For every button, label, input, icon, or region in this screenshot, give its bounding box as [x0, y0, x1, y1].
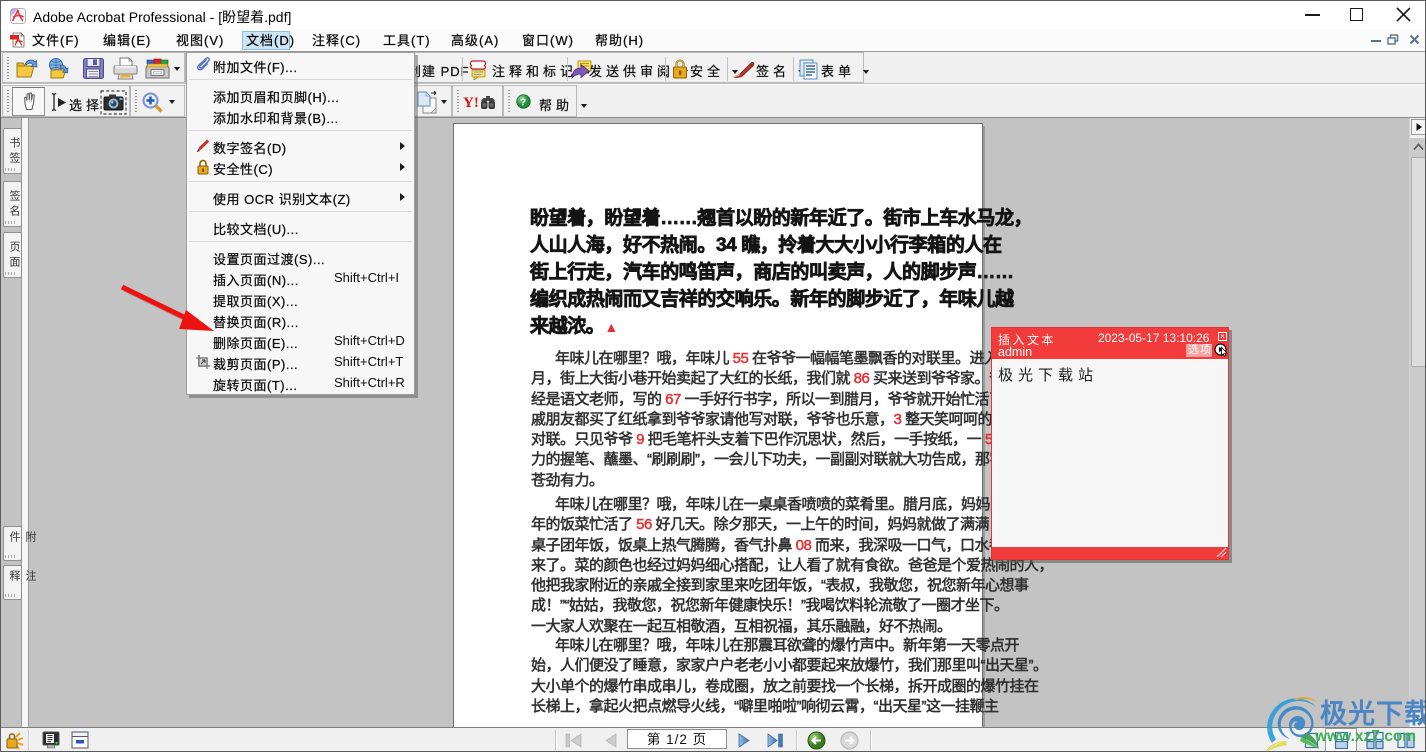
svg-text:极光下载站: 极光下载站 — [1320, 699, 1426, 729]
svg-text:www.xz7.com: www.xz7.com — [1314, 728, 1416, 745]
svg-text:Y!: Y! — [463, 95, 479, 111]
svg-text:?: ? — [520, 97, 526, 108]
